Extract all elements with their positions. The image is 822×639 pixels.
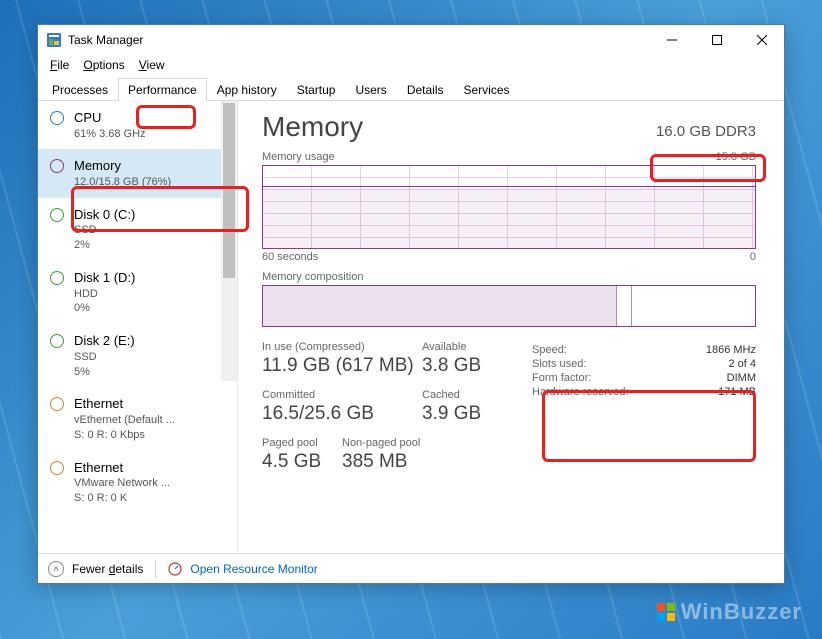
resource-monitor-icon	[168, 562, 182, 576]
ethernet-icon	[50, 397, 64, 411]
tab-users[interactable]: Users	[345, 78, 396, 101]
app-icon	[46, 32, 62, 48]
disk-icon	[50, 271, 64, 285]
usage-chart	[262, 165, 756, 249]
main-panel: Memory 16.0 GB DDR3 Memory usage 15.8 GB…	[238, 101, 784, 553]
sidebar-item-disk2[interactable]: Disk 2 (E:)SSD5%	[38, 324, 237, 387]
sidebar: CPU61% 3.68 GHz Memory12.0/15.8 GB (76%)…	[38, 101, 238, 553]
stat-committed: 16.5/25.6 GB	[262, 403, 422, 425]
fewer-details-link[interactable]: Fewer details	[72, 562, 143, 576]
menu-options[interactable]: Options	[77, 56, 130, 74]
sidebar-item-disk1[interactable]: Disk 1 (D:)HDD0%	[38, 261, 237, 324]
chart1-xmax: 0	[750, 251, 756, 263]
sidebar-item-ethernet0[interactable]: EthernetvEthernet (Default ...S: 0 R: 0 …	[38, 387, 237, 450]
spec-hw: 171 MB	[718, 386, 756, 398]
minimize-button[interactable]	[649, 25, 694, 55]
open-resource-monitor-link[interactable]: Open Resource Monitor	[190, 562, 317, 576]
chart2-label: Memory composition	[262, 271, 756, 283]
disk-icon	[50, 334, 64, 348]
scrollbar[interactable]	[221, 101, 237, 381]
maximize-button[interactable]	[694, 25, 739, 55]
spec-slots: 2 of 4	[728, 358, 756, 370]
tab-app-history[interactable]: App history	[207, 78, 287, 101]
composition-chart	[262, 285, 756, 327]
spec-form: DIMM	[727, 372, 756, 384]
spec-speed: 1866 MHz	[706, 344, 756, 356]
menu-view[interactable]: View	[133, 56, 171, 74]
sidebar-item-disk0[interactable]: Disk 0 (C:)SSD2%	[38, 198, 237, 261]
chevron-up-icon[interactable]: ˄	[48, 561, 64, 577]
memory-spec: 16.0 GB DDR3	[656, 123, 756, 140]
chart1-xmin: 60 seconds	[262, 251, 318, 263]
stat-paged: 4.5 GB	[262, 451, 342, 473]
stat-inuse: 11.9 GB (617 MB)	[262, 355, 422, 377]
ethernet-icon	[50, 461, 64, 475]
tabbar: Processes Performance App history Startu…	[38, 75, 784, 101]
tab-processes[interactable]: Processes	[42, 78, 118, 101]
memory-icon	[50, 159, 64, 173]
menu-file[interactable]: File	[44, 56, 75, 74]
page-title: Memory	[262, 111, 363, 143]
window-title: Task Manager	[68, 33, 649, 47]
close-button[interactable]	[739, 25, 784, 55]
watermark: WinBuzzer	[657, 599, 802, 625]
tab-startup[interactable]: Startup	[287, 78, 346, 101]
sidebar-item-ethernet1[interactable]: EthernetVMware Network ...S: 0 R: 0 K	[38, 451, 237, 514]
stat-nonpaged: 385 MB	[342, 451, 492, 473]
task-manager-window: Task Manager File Options View Processes…	[37, 24, 785, 584]
chart1-label: Memory usage	[262, 151, 335, 163]
menubar: File Options View	[38, 55, 784, 75]
stat-available: 3.8 GB	[422, 355, 492, 377]
titlebar: Task Manager	[38, 25, 784, 55]
tab-details[interactable]: Details	[397, 78, 454, 101]
disk-icon	[50, 208, 64, 222]
tab-performance[interactable]: Performance	[118, 78, 207, 101]
sidebar-item-memory[interactable]: Memory12.0/15.8 GB (76%)	[38, 149, 237, 197]
tab-services[interactable]: Services	[454, 78, 520, 101]
footer: ˄ Fewer details Open Resource Monitor	[38, 553, 784, 583]
chart1-max: 15.8 GB	[716, 151, 756, 163]
stat-cached: 3.9 GB	[422, 403, 492, 425]
cpu-icon	[50, 111, 64, 125]
sidebar-item-cpu[interactable]: CPU61% 3.68 GHz	[38, 101, 237, 149]
